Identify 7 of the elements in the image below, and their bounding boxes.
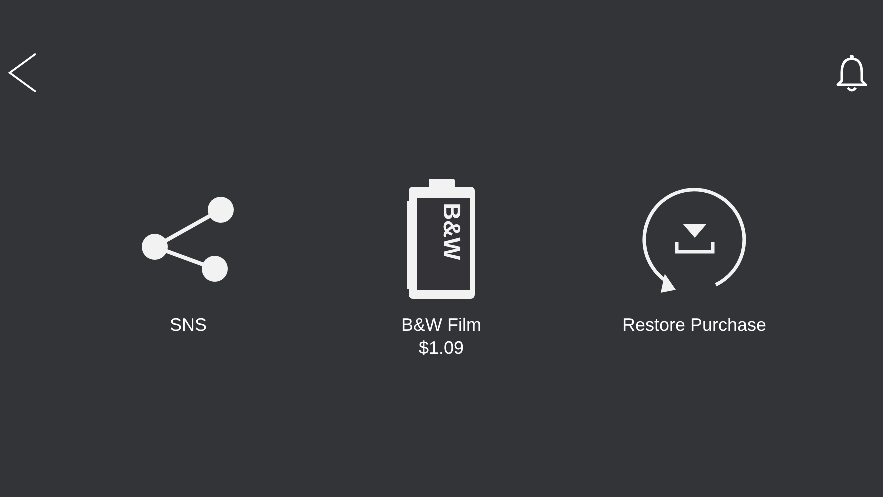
item-label[interactable]: SNS bbox=[170, 314, 207, 337]
item-label[interactable]: Restore Purchase bbox=[622, 314, 767, 337]
price-label: $1.09 bbox=[418, 337, 464, 360]
film-label: B&W bbox=[438, 203, 464, 260]
item-label[interactable]: B&W Film bbox=[402, 314, 482, 337]
bell-icon[interactable] bbox=[835, 53, 869, 93]
back-icon[interactable] bbox=[8, 53, 38, 93]
